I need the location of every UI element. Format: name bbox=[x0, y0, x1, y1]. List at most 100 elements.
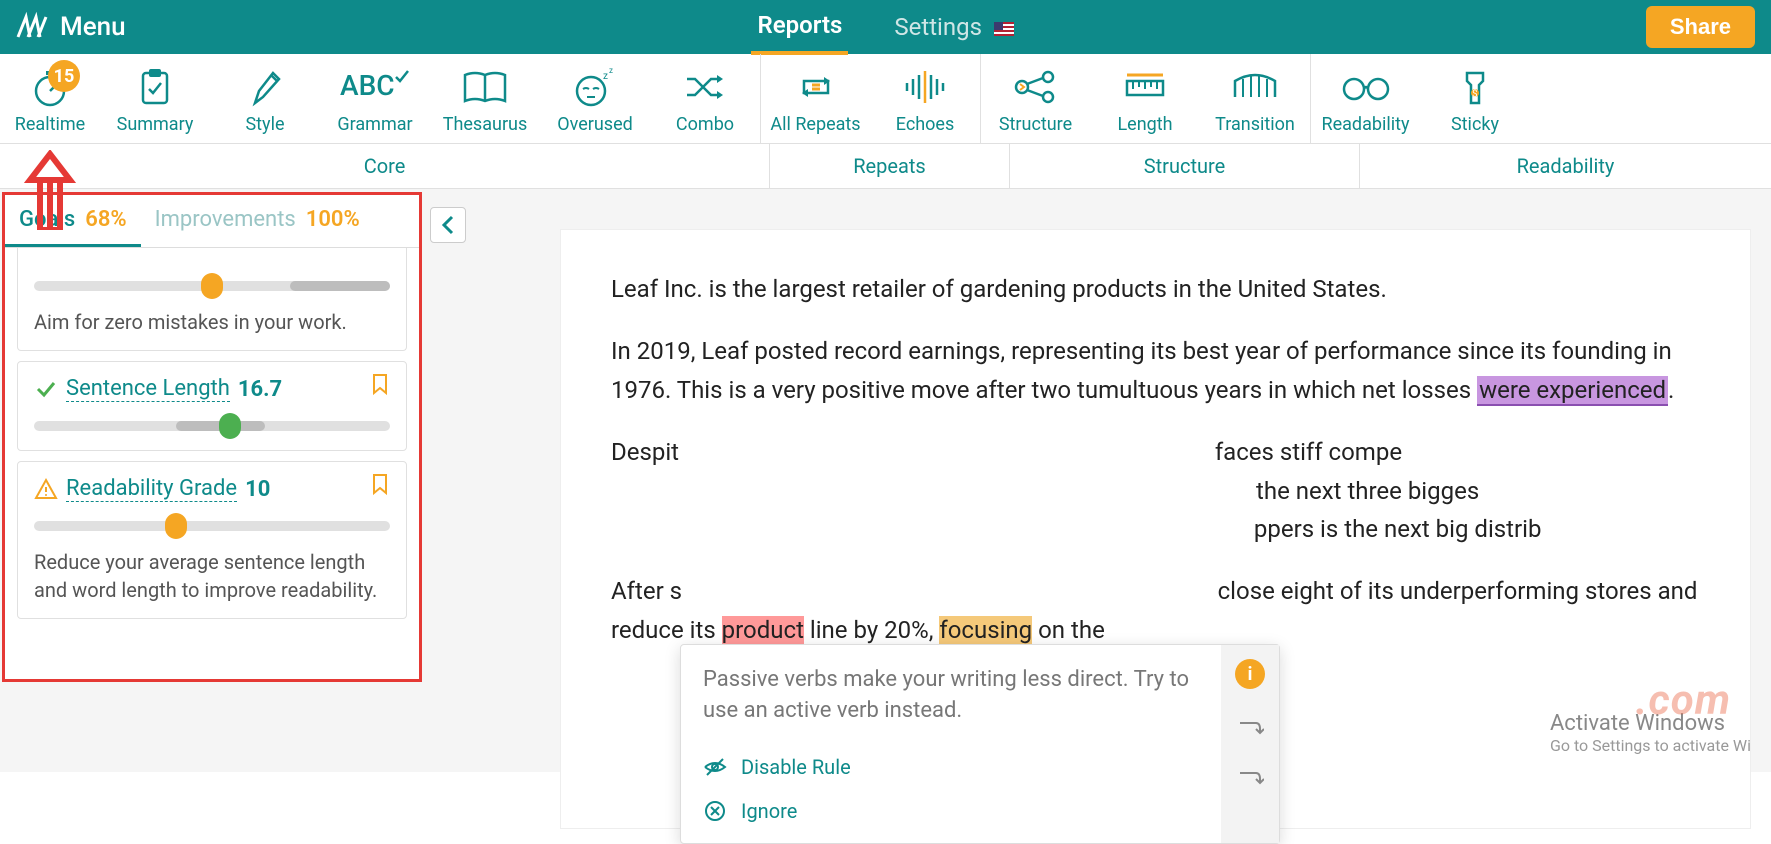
tool-label: Readability bbox=[1321, 114, 1409, 135]
top-bar: Menu Reports Settings Share bbox=[0, 0, 1771, 54]
tool-label: Echoes bbox=[896, 114, 955, 135]
group-repeats: Repeats bbox=[770, 144, 1010, 188]
tool-grammar[interactable]: ABC Grammar bbox=[320, 54, 430, 143]
action-label: Ignore bbox=[741, 799, 797, 823]
group-readability: Readability bbox=[1360, 144, 1771, 188]
tool-sticky[interactable]: $ Sticky bbox=[1420, 54, 1530, 143]
goal-value: 10 bbox=[245, 477, 270, 502]
tool-label: Structure bbox=[999, 114, 1072, 135]
tool-label: Realtime bbox=[15, 114, 85, 135]
tool-overused[interactable]: zz Overused bbox=[540, 54, 650, 143]
soundwave-icon bbox=[901, 67, 949, 107]
main-area: Goals 68% Improvements 100% Aim for zero… bbox=[0, 189, 1771, 772]
ignore-button[interactable]: Ignore bbox=[703, 789, 1199, 833]
paragraph: Leaf Inc. is the largest retailer of gar… bbox=[611, 270, 1700, 308]
mistakes-slider[interactable] bbox=[34, 276, 390, 296]
tool-label: Thesaurus bbox=[443, 114, 528, 135]
warning-icon bbox=[34, 477, 58, 501]
bookmark-icon[interactable] bbox=[368, 372, 392, 396]
chevron-left-icon bbox=[441, 215, 455, 235]
svg-text:z: z bbox=[609, 67, 613, 75]
paragraph: After sxxxxxxxxxxxxxxxxxxxxxxxxxxxxxxxxx… bbox=[611, 572, 1700, 649]
tool-readability[interactable]: Readability bbox=[1310, 54, 1420, 143]
svg-text:z: z bbox=[603, 71, 608, 82]
goal-tip: Reduce your average sentence length and … bbox=[34, 548, 390, 604]
goal-value: 16.7 bbox=[238, 377, 282, 402]
group-structure: Structure bbox=[1010, 144, 1360, 188]
arrow-annotation-icon bbox=[20, 150, 80, 230]
glasses-icon bbox=[1338, 67, 1394, 107]
goal-name: Readability Grade bbox=[66, 476, 237, 502]
suggestion-popup: Passive verbs make your writing less dir… bbox=[680, 644, 1280, 844]
tool-length[interactable]: Length bbox=[1090, 54, 1200, 143]
paragraph: In 2019, Leaf posted record earnings, re… bbox=[611, 332, 1700, 409]
tool-style[interactable]: Style bbox=[210, 54, 320, 143]
tab-settings-label: Settings bbox=[894, 13, 982, 41]
next-arrow-icon[interactable] bbox=[1236, 719, 1264, 739]
bookmark-icon[interactable] bbox=[368, 472, 392, 496]
highlight[interactable]: product bbox=[722, 616, 804, 644]
close-circle-icon bbox=[703, 799, 727, 823]
group-core: Core bbox=[0, 144, 770, 188]
tool-transition[interactable]: Transition bbox=[1200, 54, 1310, 143]
highlight[interactable]: focusing bbox=[939, 616, 1032, 644]
tool-label: Sticky bbox=[1451, 114, 1499, 135]
app-logo-icon bbox=[16, 11, 48, 43]
nodes-icon bbox=[1012, 67, 1060, 107]
tool-thesaurus[interactable]: Thesaurus bbox=[430, 54, 540, 143]
toolbar: 15 Realtime Summary Style ABC Grammar Th… bbox=[0, 54, 1771, 144]
paragraph: Despitxxxxxxxxxxxxxxxxxxxxxxxxxxxxxxxxxx… bbox=[611, 433, 1700, 548]
info-icon[interactable]: i bbox=[1235, 659, 1265, 689]
goal-name: Sentence Length bbox=[66, 376, 230, 402]
next-arrow-icon[interactable] bbox=[1236, 769, 1264, 789]
tool-all-repeats[interactable]: All Repeats bbox=[760, 54, 870, 143]
repeat-icon bbox=[794, 67, 838, 107]
collapse-sidebar-button[interactable] bbox=[430, 207, 466, 243]
disable-rule-button[interactable]: Disable Rule bbox=[703, 745, 1199, 789]
tool-echoes[interactable]: Echoes bbox=[870, 54, 980, 143]
clipboard-check-icon bbox=[137, 67, 173, 107]
tab-percentage: 100% bbox=[306, 207, 360, 232]
readability-slider[interactable] bbox=[34, 516, 390, 536]
sleepy-face-icon: zz bbox=[573, 67, 617, 107]
tab-name: Improvements bbox=[155, 207, 296, 232]
goal-card-readability: Readability Grade 10 Reduce your average… bbox=[17, 461, 407, 619]
book-icon bbox=[461, 67, 509, 107]
sidebar-tab-improvements[interactable]: Improvements 100% bbox=[141, 195, 374, 247]
glue-icon: $ bbox=[1457, 67, 1493, 107]
action-label: Disable Rule bbox=[741, 755, 851, 779]
tool-structure[interactable]: Structure bbox=[980, 54, 1090, 143]
eye-off-icon bbox=[703, 755, 727, 779]
tool-label: Grammar bbox=[337, 114, 412, 135]
toolbar-groups: Core Repeats Structure Readability bbox=[0, 144, 1771, 189]
tool-label: Transition bbox=[1215, 114, 1295, 135]
tool-label: All Repeats bbox=[770, 114, 860, 135]
tool-realtime[interactable]: 15 Realtime bbox=[0, 54, 100, 143]
goal-card-mistakes: Aim for zero mistakes in your work. bbox=[17, 248, 407, 351]
sentence-length-slider[interactable] bbox=[34, 416, 390, 436]
abc-check-icon: ABC bbox=[340, 67, 410, 107]
tab-percentage: 68% bbox=[85, 207, 126, 232]
tab-settings[interactable]: Settings bbox=[888, 1, 1020, 53]
ruler-icon bbox=[1121, 67, 1169, 107]
realtime-badge: 15 bbox=[48, 60, 80, 92]
pen-icon bbox=[247, 67, 283, 107]
tab-reports[interactable]: Reports bbox=[751, 0, 848, 55]
menu-button[interactable]: Menu bbox=[60, 12, 126, 42]
shuffle-icon bbox=[681, 67, 729, 107]
tool-summary[interactable]: Summary bbox=[100, 54, 210, 143]
goal-tip: Aim for zero mistakes in your work. bbox=[34, 308, 390, 336]
tool-label: Style bbox=[245, 114, 284, 135]
passive-voice-highlight[interactable]: were experienced bbox=[1477, 376, 1668, 406]
tool-label: Combo bbox=[676, 114, 734, 135]
tool-label: Summary bbox=[117, 114, 194, 135]
bridge-icon bbox=[1229, 67, 1281, 107]
svg-text:ABC: ABC bbox=[340, 69, 395, 102]
tool-label: Overused bbox=[557, 114, 633, 135]
tool-label: Length bbox=[1117, 114, 1172, 135]
share-button[interactable]: Share bbox=[1646, 6, 1755, 48]
goals-sidebar: Goals 68% Improvements 100% Aim for zero… bbox=[2, 192, 422, 682]
us-flag-icon bbox=[994, 22, 1014, 36]
goal-card-sentence-length: Sentence Length 16.7 bbox=[17, 361, 407, 451]
tool-combo[interactable]: Combo bbox=[650, 54, 760, 143]
